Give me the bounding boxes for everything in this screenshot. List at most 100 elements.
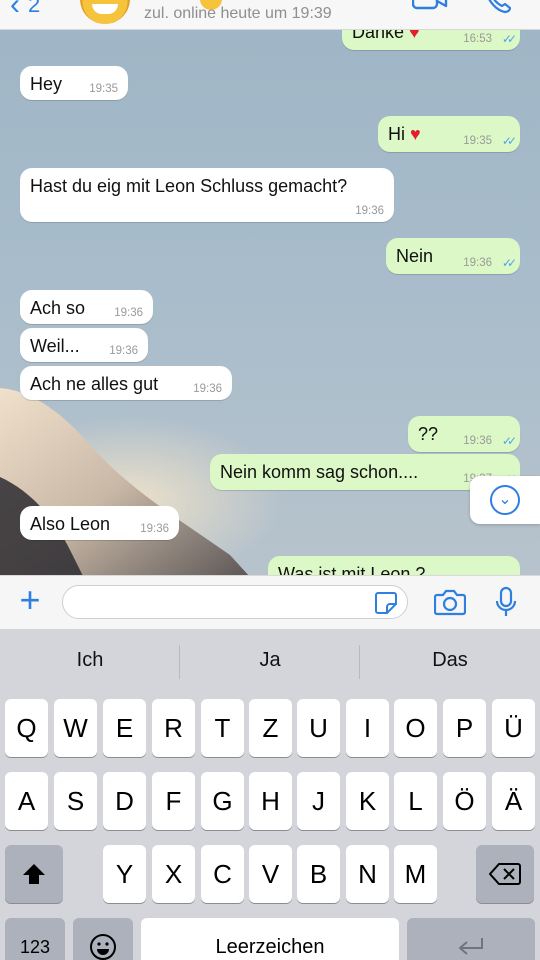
- message-time: 16:53: [463, 33, 492, 45]
- shift-key[interactable]: [5, 845, 63, 903]
- message-text: Was ist mit Leon ?: [278, 564, 426, 575]
- shift-arrow-icon: [23, 864, 45, 884]
- chevron-down-icon: ⌄: [490, 485, 520, 515]
- read-receipt-icon: ✓✓: [501, 32, 517, 46]
- message-bubble-outgoing[interactable]: Was ist mit Leon ?: [268, 556, 520, 575]
- key[interactable]: G: [201, 772, 244, 830]
- message-time: 19:36: [109, 345, 138, 357]
- key[interactable]: Q: [5, 699, 48, 757]
- backspace-icon: [488, 863, 521, 885]
- message-time: 19:36: [463, 257, 492, 269]
- backspace-key[interactable]: [476, 845, 534, 903]
- key[interactable]: W: [54, 699, 97, 757]
- message-text: ??: [418, 424, 439, 444]
- plus-icon[interactable]: +: [14, 582, 46, 618]
- read-receipt-icon: ✓✓: [501, 434, 517, 448]
- return-key[interactable]: [407, 918, 535, 960]
- emoji-icon: [90, 934, 116, 960]
- message-text: Also Leon: [30, 514, 111, 534]
- key[interactable]: Z: [249, 699, 292, 757]
- phone-call-icon[interactable]: [484, 0, 512, 14]
- key[interactable]: D: [103, 772, 146, 830]
- message-text: Danke ♥: [352, 30, 420, 43]
- message-composer: +: [0, 575, 540, 629]
- camera-icon[interactable]: [434, 588, 466, 616]
- key[interactable]: F: [152, 772, 195, 830]
- unread-count: 2: [28, 0, 41, 17]
- key[interactable]: I: [346, 699, 389, 757]
- key[interactable]: S: [54, 772, 97, 830]
- message-time: 19:36: [114, 307, 143, 319]
- chat-messages[interactable]: Danke ♥ 16:53 ✓✓ Hey 19:35 Hi ♥ 19:35 ✓✓…: [0, 30, 540, 575]
- message-text: Ach so: [30, 298, 86, 318]
- message-text: Ach ne alles gut: [30, 374, 159, 394]
- key[interactable]: Ü: [492, 699, 535, 757]
- message-time: 19:36: [140, 523, 169, 535]
- heart-emoji-icon: ♥: [410, 124, 421, 144]
- microphone-icon[interactable]: [494, 586, 518, 618]
- message-bubble-incoming[interactable]: Hey 19:35: [20, 66, 128, 100]
- heart-emoji-icon: ♥: [409, 30, 420, 42]
- key[interactable]: B: [297, 845, 340, 903]
- read-receipt-icon: ✓✓: [501, 256, 517, 270]
- chevron-left-icon: ‹: [10, 0, 20, 21]
- key[interactable]: R: [152, 699, 195, 757]
- message-text: Nein: [396, 246, 434, 266]
- numbers-key[interactable]: 123: [5, 918, 65, 960]
- key[interactable]: J: [297, 772, 340, 830]
- last-seen-status[interactable]: zul. online heute um 19:39: [144, 5, 332, 23]
- message-text: Weil...: [30, 336, 80, 356]
- message-time: 19:36: [463, 435, 492, 447]
- message-bubble-outgoing[interactable]: Danke ♥ 16:53 ✓✓: [342, 30, 520, 50]
- scroll-to-bottom-button[interactable]: ⌄: [470, 476, 540, 524]
- autocorrect-suggestions: Ich Ja Das: [0, 629, 540, 695]
- message-bubble-incoming[interactable]: Weil... 19:36: [20, 328, 148, 362]
- message-bubble-outgoing[interactable]: Nein 19:36 ✓✓: [386, 238, 520, 274]
- key[interactable]: T: [201, 699, 244, 757]
- message-bubble-outgoing[interactable]: Hi ♥ 19:35 ✓✓: [378, 116, 520, 152]
- message-time: 19:35: [89, 83, 118, 95]
- message-time: 19:35: [463, 135, 492, 147]
- return-icon: [458, 938, 483, 955]
- suggestion-item[interactable]: Ja: [180, 649, 360, 672]
- message-bubble-incoming[interactable]: Also Leon 19:36: [20, 506, 179, 540]
- key[interactable]: V: [249, 845, 292, 903]
- key[interactable]: E: [103, 699, 146, 757]
- message-time: 19:36: [193, 383, 222, 395]
- message-text: Hi ♥: [388, 124, 421, 144]
- message-text: Hey: [30, 74, 63, 94]
- key[interactable]: L: [394, 772, 437, 830]
- avatar[interactable]: [80, 0, 130, 24]
- key[interactable]: N: [346, 845, 389, 903]
- key[interactable]: O: [394, 699, 437, 757]
- key[interactable]: U: [297, 699, 340, 757]
- key[interactable]: X: [152, 845, 195, 903]
- chat-header: ‹ 2 zul. online heute um 19:39: [0, 0, 540, 30]
- read-receipt-icon: ✓✓: [501, 134, 517, 148]
- emoji-key[interactable]: [73, 918, 133, 960]
- video-call-icon[interactable]: [412, 0, 448, 10]
- sticker-icon[interactable]: [374, 591, 398, 615]
- message-bubble-outgoing[interactable]: ?? 19:36 ✓✓: [408, 416, 520, 452]
- message-time: 19:36: [355, 205, 384, 217]
- message-text: Nein komm sag schon....: [220, 462, 419, 482]
- back-button[interactable]: ‹ 2: [10, 0, 40, 22]
- key[interactable]: M: [394, 845, 437, 903]
- message-bubble-incoming[interactable]: Ach so 19:36: [20, 290, 153, 324]
- suggestion-item[interactable]: Das: [360, 649, 540, 672]
- message-text: Hast du eig mit Leon Schluss gemacht?: [30, 176, 348, 196]
- key[interactable]: C: [201, 845, 244, 903]
- key[interactable]: K: [346, 772, 389, 830]
- key[interactable]: Ä: [492, 772, 535, 830]
- keyboard: Ich Ja Das Q W E R T Z U I O P Ü A S D F…: [0, 629, 540, 960]
- key[interactable]: Y: [103, 845, 146, 903]
- space-key[interactable]: Leerzeichen: [141, 918, 399, 960]
- key[interactable]: A: [5, 772, 48, 830]
- message-bubble-incoming[interactable]: Hast du eig mit Leon Schluss gemacht? 19…: [20, 168, 394, 222]
- message-input[interactable]: [62, 585, 408, 619]
- message-bubble-incoming[interactable]: Ach ne alles gut 19:36: [20, 366, 232, 400]
- suggestion-item[interactable]: Ich: [0, 649, 180, 672]
- key[interactable]: Ö: [443, 772, 486, 830]
- key[interactable]: H: [249, 772, 292, 830]
- key[interactable]: P: [443, 699, 486, 757]
